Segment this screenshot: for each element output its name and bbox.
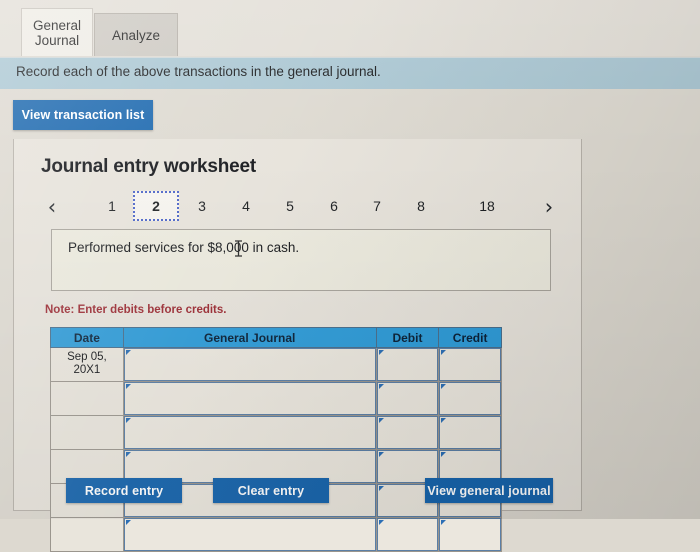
- tab-general-journal[interactable]: General Journal: [21, 8, 93, 56]
- cell-general-journal: [122, 415, 377, 450]
- tab-analyze-label: Analyze: [111, 27, 161, 43]
- chevron-right-icon[interactable]: ›: [539, 193, 559, 221]
- cell-credit: [438, 381, 502, 416]
- pager-page-5[interactable]: 5: [267, 191, 313, 221]
- journal-entry-table: Date General Journal Debit Credit Sep 05…: [50, 327, 502, 552]
- cell-date: Sep 05, 20X1: [50, 347, 124, 382]
- instruction-banner: Record each of the above transactions in…: [0, 57, 700, 89]
- debits-before-credits-note: Note: Enter debits before credits.: [45, 304, 227, 316]
- table-row: [50, 415, 502, 450]
- credit-input[interactable]: [439, 518, 501, 551]
- pager-page-7[interactable]: 7: [354, 191, 400, 221]
- credit-input[interactable]: [439, 382, 501, 415]
- cell-debit: [375, 347, 440, 382]
- pager-page-1[interactable]: 1: [89, 191, 135, 221]
- account-name-input[interactable]: [123, 382, 376, 415]
- credit-input[interactable]: [439, 348, 501, 381]
- cell-debit: [375, 381, 440, 416]
- pager-page-2[interactable]: 2: [133, 191, 179, 221]
- date-line1: Sep 05,: [67, 351, 107, 363]
- transaction-description-box: Performed services for $8,000 in cash.: [51, 229, 551, 291]
- chevron-left-icon[interactable]: ‹: [42, 193, 62, 221]
- debit-input[interactable]: [376, 348, 439, 381]
- cell-credit: [438, 347, 502, 382]
- cell-credit: [438, 415, 502, 450]
- pager-page-4[interactable]: 4: [223, 191, 269, 221]
- tab-general-journal-label: General Journal: [33, 18, 81, 48]
- cell-debit: [375, 415, 440, 450]
- column-header-debit: Debit: [375, 327, 440, 348]
- cell-general-journal: [122, 381, 377, 416]
- table-row: [50, 517, 502, 552]
- cell-date: [50, 517, 124, 552]
- view-general-journal-button[interactable]: View general journal: [425, 478, 553, 503]
- account-name-input[interactable]: [123, 416, 376, 449]
- tab-analyze[interactable]: Analyze: [94, 13, 178, 56]
- page-title: Journal entry worksheet: [41, 156, 257, 177]
- cell-general-journal: [122, 517, 377, 552]
- cell-debit: [375, 517, 440, 552]
- clear-entry-button[interactable]: Clear entry: [213, 478, 329, 503]
- table-row: [50, 381, 502, 416]
- table-row: Sep 05, 20X1: [50, 347, 502, 382]
- view-transaction-list-button[interactable]: View transaction list: [13, 100, 153, 130]
- cell-date: [50, 415, 124, 450]
- debit-input[interactable]: [376, 416, 439, 449]
- column-header-credit: Credit: [438, 327, 502, 348]
- column-header-general-journal: General Journal: [122, 327, 377, 348]
- debit-input[interactable]: [376, 518, 439, 551]
- column-header-date: Date: [50, 327, 124, 348]
- cell-date: [50, 381, 124, 416]
- cell-general-journal: [122, 347, 377, 382]
- pager-page-6[interactable]: 6: [311, 191, 357, 221]
- cell-credit: [438, 517, 502, 552]
- table-header-row: Date General Journal Debit Credit: [50, 327, 502, 348]
- credit-input[interactable]: [439, 416, 501, 449]
- pager-page-18[interactable]: 18: [464, 191, 510, 221]
- worksheet-pager: ‹ 1 2 3 4 5 6 7 8 18 ›: [34, 191, 564, 225]
- journal-entry-panel: Journal entry worksheet ‹ 1 2 3 4 5 6 7 …: [13, 139, 582, 552]
- pager-page-8[interactable]: 8: [398, 191, 444, 221]
- account-name-input[interactable]: [123, 348, 376, 381]
- transaction-description-text: Performed services for $8,000 in cash.: [68, 240, 300, 255]
- instruction-text: Record each of the above transactions in…: [16, 64, 381, 79]
- date-line2: 20X1: [73, 364, 101, 376]
- tab-label-line1: General: [32, 17, 82, 33]
- pager-page-3[interactable]: 3: [179, 191, 225, 221]
- tab-strip: General Journal Analyze: [0, 0, 700, 56]
- record-entry-button[interactable]: Record entry: [66, 478, 182, 503]
- tab-label-line2: Journal: [34, 32, 80, 48]
- debit-input[interactable]: [376, 382, 439, 415]
- account-name-input[interactable]: [123, 518, 376, 551]
